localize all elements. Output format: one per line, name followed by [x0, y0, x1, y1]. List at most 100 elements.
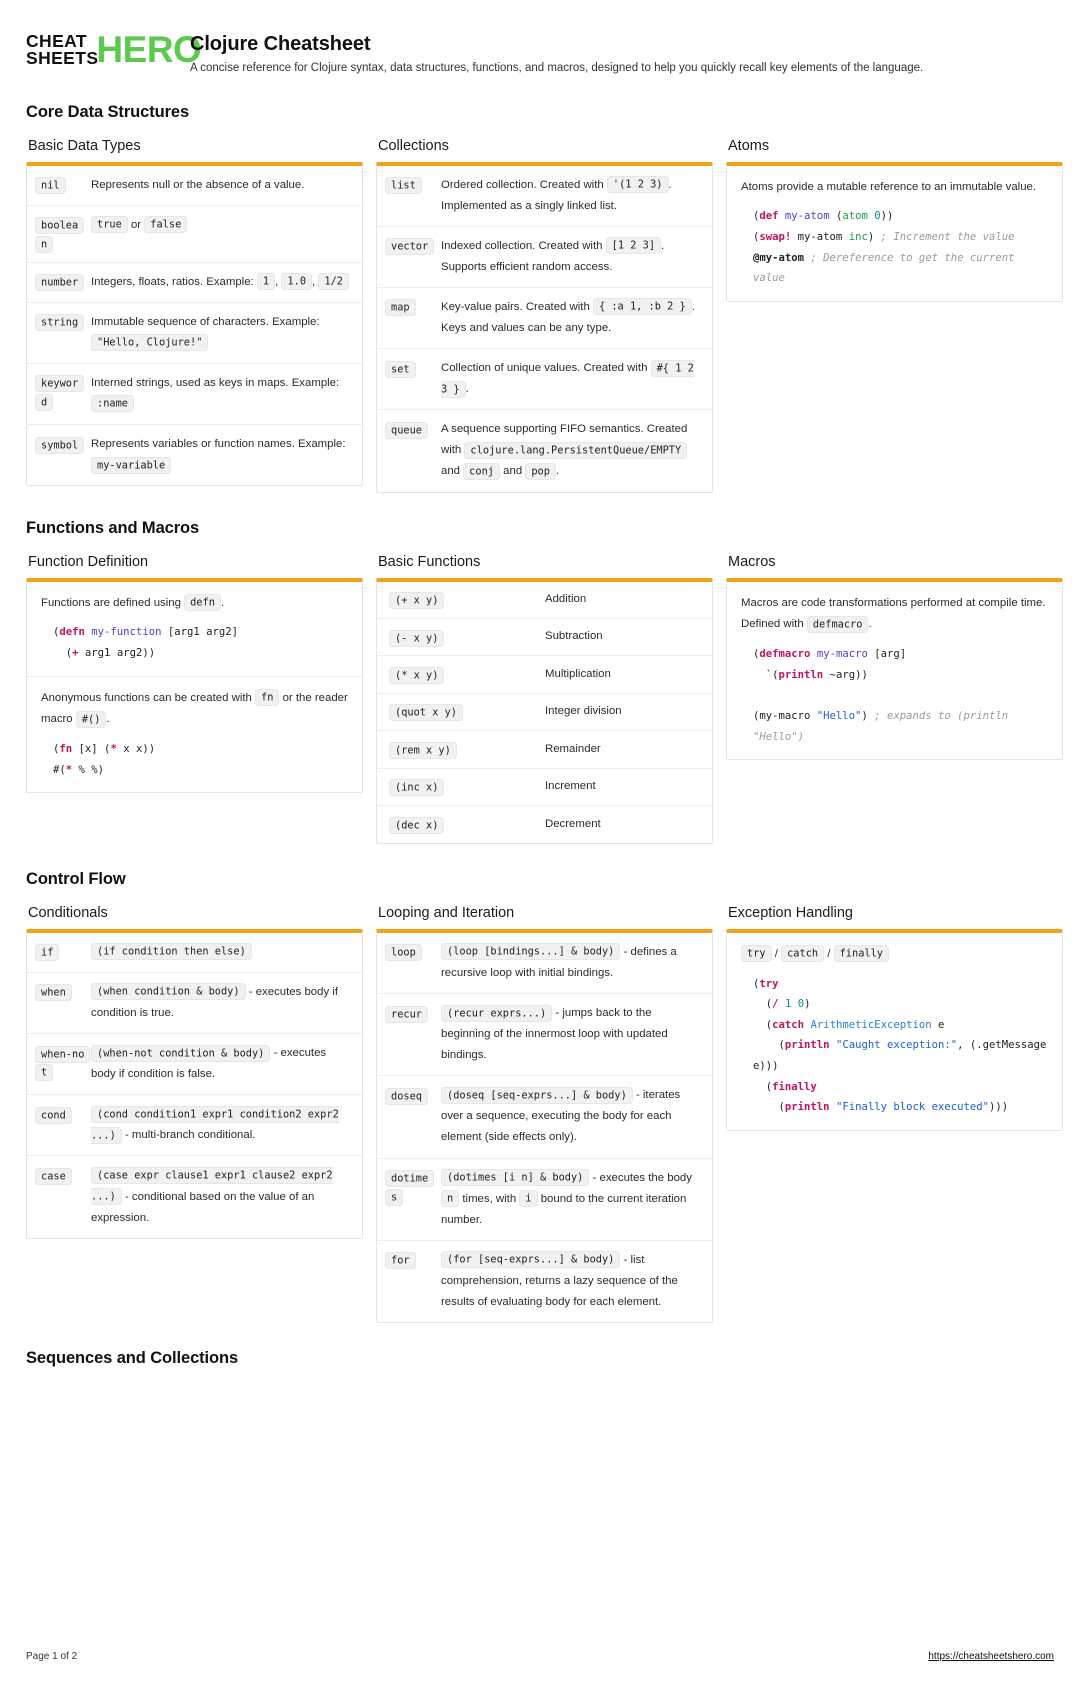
block-prose: Anonymous functions can be created with … [27, 677, 362, 737]
code-token: ))) [989, 1101, 1009, 1114]
inline-code: catch [781, 945, 825, 963]
row-description: Ordered collection. Created with '(1 2 3… [441, 175, 700, 217]
row-term: for [385, 1250, 437, 1270]
code-token: @my-atom [753, 251, 805, 264]
desc-part: Represents null or the absence of a valu… [91, 178, 305, 191]
panel-card: Macros are code transformations performe… [726, 577, 1063, 761]
panel: Basic Data Types nil Represents null or th… [26, 138, 363, 487]
inline-code: conj [463, 462, 500, 480]
term-code: if [35, 944, 60, 962]
panel-card: nil Represents null or the absence of a v… [26, 161, 363, 487]
row-term: (* x y) [389, 665, 541, 684]
row-description: Remainder [545, 742, 601, 755]
section-columns: Function Definition Functions are defined… [26, 553, 1063, 844]
desc-part: Collection of unique values. Created wit… [441, 362, 651, 375]
logo-hero-word: HERO [96, 29, 202, 70]
inline-code: clojure.lang.PersistentQueue/EMPTY [464, 441, 688, 459]
table-row: (inc x) Increment [377, 769, 712, 807]
term-code: (inc x) [389, 779, 445, 797]
row-term: keyword [35, 373, 87, 411]
prose-part: Anonymous functions can be created with [41, 691, 256, 704]
desc-part: Indexed collection. Created with [441, 239, 606, 252]
inline-code: (when-not condition & body) [91, 1044, 271, 1062]
inline-code: pop [525, 462, 556, 480]
prose-part: / [824, 947, 834, 960]
section-heading: Core Data Structures [26, 102, 190, 121]
table-row: (rem x y) Remainder [377, 731, 712, 769]
inline-code: (recur exprs...) [441, 1004, 553, 1022]
inline-code: (loop [bindings...] & body) [441, 943, 621, 961]
row-description: Increment [545, 780, 596, 793]
inline-code: false [144, 216, 188, 234]
row-term: number [35, 272, 87, 292]
page-title: Clojure Cheatsheet [190, 33, 371, 55]
desc-part: - executes the body [589, 1171, 692, 1184]
footer-website-link[interactable]: https://cheatsheetshero.com [928, 1651, 1054, 1662]
prose-part: Atoms provide a mutable reference to an … [741, 180, 1037, 193]
inline-code: finally [833, 945, 890, 963]
table-row: doseq (doseq [seq-exprs...] & body) - ite… [377, 1076, 712, 1159]
code-token: ) [861, 709, 875, 722]
term-code: map [385, 299, 416, 317]
table-row: if (if condition then else) [27, 933, 362, 973]
term-code: dotimes [385, 1170, 435, 1206]
panel-card: (+ x y) Addition (- x y) Subtraction (* x y)… [376, 577, 713, 844]
section-heading: Functions and Macros [26, 518, 200, 537]
row-description: (doseq [seq-exprs...] & body) - iterates… [441, 1085, 700, 1148]
row-description: (case expr clause1 expr1 clause2 expr2 .… [91, 1165, 350, 1228]
code-token: % %) [72, 763, 105, 776]
cheatsheet-page: CHEAT SHEETS HERO Clojure Cheatsheet A c… [0, 0, 1080, 1684]
desc-part: Immutable sequence of characters. Exampl… [91, 315, 320, 328]
code-token: ( [753, 1018, 773, 1031]
table-row: boolean true or false [27, 206, 362, 263]
code-token: try [759, 977, 779, 990]
section-heading: Control Flow [26, 869, 126, 888]
table-row: vector Indexed collection. Created with [… [377, 227, 712, 288]
row-description: Subtraction [545, 630, 603, 643]
panel-card: Functions are defined using defn. (defn m… [26, 577, 363, 794]
term-code: loop [385, 944, 422, 962]
row-term: (+ x y) [389, 591, 541, 610]
term-code: (* x y) [389, 666, 445, 684]
code-token: inc [848, 230, 868, 243]
panel-card: list Ordered collection. Created with '(1… [376, 161, 713, 493]
code-token: fn [59, 742, 73, 755]
prose-part: . [868, 618, 872, 631]
code-token: swap! [759, 230, 792, 243]
panel-card: loop (loop [bindings...] & body) - define… [376, 928, 713, 1324]
row-term: (quot x y) [389, 703, 541, 722]
inline-code: true [91, 216, 128, 234]
block-prose: Atoms provide a mutable reference to an … [727, 166, 1062, 205]
code-block: (fn [x] (* x x)) #(* % %) [27, 739, 362, 780]
row-term: case [35, 1165, 87, 1185]
row-description: Decrement [545, 817, 601, 830]
desc-part: - conditional based on the value of an e… [91, 1190, 315, 1224]
page-footer: Page 1 of 2 https://cheatsheetshero.com [26, 1651, 1054, 1662]
block-prose: Functions are defined using defn. [27, 582, 362, 621]
page-number: Page 1 of 2 [26, 1651, 78, 1663]
panel-title: Atoms [728, 137, 770, 154]
inline-code: defn [184, 594, 221, 612]
code-token: ( [829, 210, 843, 223]
code-token: ) [867, 230, 881, 243]
panel-title: Looping and Iteration [378, 904, 515, 921]
code-token: "Finally block executed" [835, 1101, 990, 1114]
table-row: dotimes (dotimes [i n] & body) - executes… [377, 1159, 712, 1241]
table-row: case (case expr clause1 expr1 clause2 exp… [27, 1156, 362, 1237]
row-term: loop [385, 942, 437, 962]
table-row: queue A sequence supporting FIFO semantic… [377, 410, 712, 491]
code-token: ( [753, 1039, 785, 1052]
code-block: (defn my-function [arg1 arg2] (+ arg1 ar… [27, 622, 362, 663]
row-description: (cond condition1 expr1 condition2 expr2 … [91, 1104, 350, 1146]
code-token: #( [53, 763, 66, 776]
prose-part: / [771, 947, 782, 960]
row-term: (rem x y) [389, 740, 541, 759]
code-token: `( [753, 668, 779, 681]
inline-code: '(1 2 3) [606, 176, 669, 194]
panel-title: Basic Functions [378, 553, 481, 570]
code-block: (defmacro my-macro [arg] `(println ~arg)… [727, 644, 1062, 747]
desc-part: Represents variables or function names. … [91, 438, 346, 451]
table-row: (+ x y) Addition [377, 582, 712, 620]
table-row: cond (cond condition1 expr1 condition2 ex… [27, 1095, 362, 1157]
row-term: when [35, 982, 87, 1002]
